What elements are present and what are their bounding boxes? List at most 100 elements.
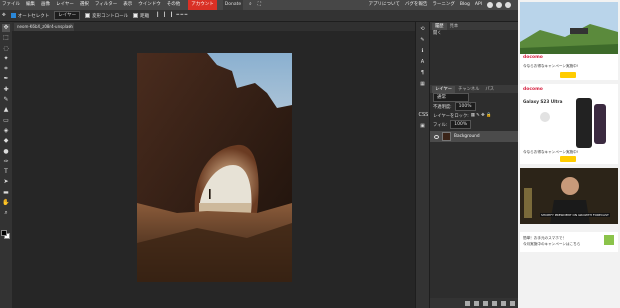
autoselect-target-select[interactable]: レイヤー xyxy=(54,11,81,20)
facebook-icon[interactable] xyxy=(505,2,511,8)
document-tab[interactable]: neom-K6bX_z08r4-unsplash × xyxy=(14,23,74,31)
ad-banner-2[interactable]: docomo Galaxy S23 Ultra 今ならお得なキャンペーン実施中! xyxy=(520,84,618,164)
menu-report-bug[interactable]: バグを報告 xyxy=(405,0,428,10)
foreground-color-swatch[interactable] xyxy=(1,230,7,236)
blur-tool-icon[interactable]: ◆ xyxy=(2,137,10,145)
tab-paths[interactable]: パス xyxy=(482,86,497,93)
lasso-tool-icon[interactable]: ◌ xyxy=(2,45,10,53)
photopea-app: ファイル 編集 画像 レイヤー 選択 フィルター 表示 ウインドウ その他 アカ… xyxy=(0,0,620,308)
menu-window[interactable]: ウインドウ xyxy=(138,0,161,10)
zoom-tool-icon[interactable]: ⌕ xyxy=(2,209,10,217)
paragraph-panel-icon[interactable]: ¶ xyxy=(419,69,427,77)
move-tool-icon[interactable]: ✥ xyxy=(2,24,10,32)
close-tab-icon[interactable]: × xyxy=(69,23,72,31)
move-tool-icon: ✥ xyxy=(2,13,6,18)
link-layers-icon[interactable] xyxy=(465,300,470,306)
ad-1-landscape-image xyxy=(520,2,618,54)
account-button[interactable]: アカウント xyxy=(188,0,217,10)
layer-row[interactable]: Background xyxy=(430,131,519,142)
menu-view[interactable]: 表示 xyxy=(123,0,132,10)
clone-stamp-tool-icon[interactable]: ▲ xyxy=(2,106,10,114)
tab-swatches[interactable]: 見本 xyxy=(447,23,462,30)
document-image[interactable] xyxy=(137,53,292,282)
adjustment-layer-icon[interactable] xyxy=(483,300,488,306)
donate-button[interactable]: Donate xyxy=(222,0,244,10)
paint-bucket-tool-icon[interactable]: ◈ xyxy=(2,127,10,135)
ad-3-caption: SHOPIFY PRESIDENT ON GROWTH FORECAST xyxy=(540,213,610,217)
tools-panel: ✥ ⬚ ◌ ✦ ⌗ ✒ ✚ ✎ ▲ ▭ ◈ ◆ ● ✑ T ➤ ▬ ✋ ⌕ xyxy=(0,22,12,308)
hand-tool-icon[interactable]: ✋ xyxy=(2,199,10,207)
history-item[interactable]: 開く xyxy=(430,30,518,38)
transform-label: 変形コントロール xyxy=(92,13,129,19)
crop-tool-icon[interactable]: ⌗ xyxy=(2,65,10,73)
menu-learning[interactable]: ラーニング xyxy=(432,0,455,10)
shape-tool-icon[interactable]: ▬ xyxy=(2,189,10,197)
distance-checkbox[interactable]: 距離 xyxy=(133,13,149,19)
ad-sidebar: docomo 今ならお得なキャンペーン実施中! docomo Galaxy S2… xyxy=(518,0,620,308)
path-select-tool-icon[interactable]: ➤ xyxy=(2,178,10,186)
type-tool-icon[interactable]: T xyxy=(2,168,10,176)
menu-more[interactable]: その他 xyxy=(167,0,181,10)
character-panel-icon[interactable]: A xyxy=(419,58,427,66)
tab-channels[interactable]: チャンネル xyxy=(455,86,482,93)
ad-banner-1[interactable]: docomo 今ならお得なキャンペーン実施中! xyxy=(520,2,618,80)
layer-thumbnail xyxy=(442,132,451,141)
pen-tool-icon[interactable]: ✑ xyxy=(2,158,10,166)
panel-icon-strip: ⟲ ✎ ℹ A ¶ ▦ CSS ▣ xyxy=(415,22,429,308)
ad-banner-4[interactable]: 簡単！お手元のスマホで！ 今月実施中のキャンペーンはこちら xyxy=(520,232,618,252)
fill-input[interactable]: 100% xyxy=(450,120,472,129)
photo-arch-illustration xyxy=(137,53,292,282)
color-swatches[interactable] xyxy=(1,230,10,239)
menu-edit[interactable]: 編集 xyxy=(26,0,35,10)
menu-image[interactable]: 画像 xyxy=(41,0,50,10)
search-icon[interactable]: ⌕ xyxy=(249,0,252,10)
magic-wand-tool-icon[interactable]: ✦ xyxy=(2,55,10,63)
brush-settings-icon[interactable]: ✎ xyxy=(419,36,427,44)
ad-2-text: 今ならお得なキャンペーン実施中! xyxy=(523,150,579,154)
ad-banner-3[interactable]: SHOPIFY PRESIDENT ON GROWTH FORECAST xyxy=(520,168,618,224)
css-panel-icon[interactable]: CSS xyxy=(419,111,429,119)
fullscreen-icon[interactable]: ⛶ xyxy=(258,0,261,10)
delete-layer-icon[interactable] xyxy=(510,300,515,306)
ad-2-cta-button[interactable] xyxy=(560,156,576,162)
layer-name: Background xyxy=(454,134,480,139)
history-item-label: 開く xyxy=(433,31,442,36)
tab-layers[interactable]: レイヤー xyxy=(432,86,456,93)
menu-layer[interactable]: レイヤー xyxy=(56,0,74,10)
lock-icons[interactable]: ▦ ✎ ✥ 🔒 xyxy=(471,113,492,118)
fill-label: フィル: xyxy=(433,122,448,128)
info-panel-icon[interactable]: ℹ xyxy=(419,47,427,55)
eyedropper-tool-icon[interactable]: ✒ xyxy=(2,75,10,83)
opacity-input[interactable]: 100% xyxy=(454,102,476,111)
healing-tool-icon[interactable]: ✚ xyxy=(2,86,10,94)
autoselect-label: オートセレクト xyxy=(17,13,50,19)
menu-api[interactable]: API xyxy=(475,0,482,10)
reddit-icon[interactable] xyxy=(487,2,493,8)
dodge-tool-icon[interactable]: ● xyxy=(2,148,10,156)
blend-mode-select[interactable]: 通常 xyxy=(433,93,469,102)
eraser-tool-icon[interactable]: ▭ xyxy=(2,117,10,125)
ad-1-cta-button[interactable] xyxy=(560,72,576,78)
menu-blog[interactable]: Blog xyxy=(460,0,470,10)
layer-effects-icon[interactable] xyxy=(474,300,479,306)
menu-file[interactable]: ファイル xyxy=(2,0,20,10)
phone-image xyxy=(576,98,592,148)
twitter-icon[interactable] xyxy=(496,2,502,8)
visibility-eye-icon[interactable] xyxy=(434,134,439,139)
menu-about[interactable]: アプリについて xyxy=(369,0,400,10)
autoselect-checkbox[interactable]: オートセレクト xyxy=(10,13,50,19)
new-layer-icon[interactable] xyxy=(501,300,506,306)
transform-controls-checkbox[interactable]: 変形コントロール xyxy=(85,13,128,19)
menu-select[interactable]: 選択 xyxy=(80,0,89,10)
menu-filter[interactable]: フィルター xyxy=(95,0,117,10)
align-icons[interactable]: ▕▏▕▏▕▏ ═ ═ ═ xyxy=(154,13,187,18)
image-panel-icon[interactable]: ▣ xyxy=(419,122,427,130)
marquee-tool-icon[interactable]: ⬚ xyxy=(2,34,10,42)
swatches-panel-icon[interactable]: ▦ xyxy=(419,80,427,88)
brush-tool-icon[interactable]: ✎ xyxy=(2,96,10,104)
tab-history[interactable]: 履歴 xyxy=(432,23,447,30)
new-folder-icon[interactable] xyxy=(492,300,497,306)
autoselect-target-value: レイヤー xyxy=(54,11,81,20)
history-panel-icon[interactable]: ⟲ xyxy=(419,25,427,33)
canvas-workspace[interactable] xyxy=(12,31,415,308)
